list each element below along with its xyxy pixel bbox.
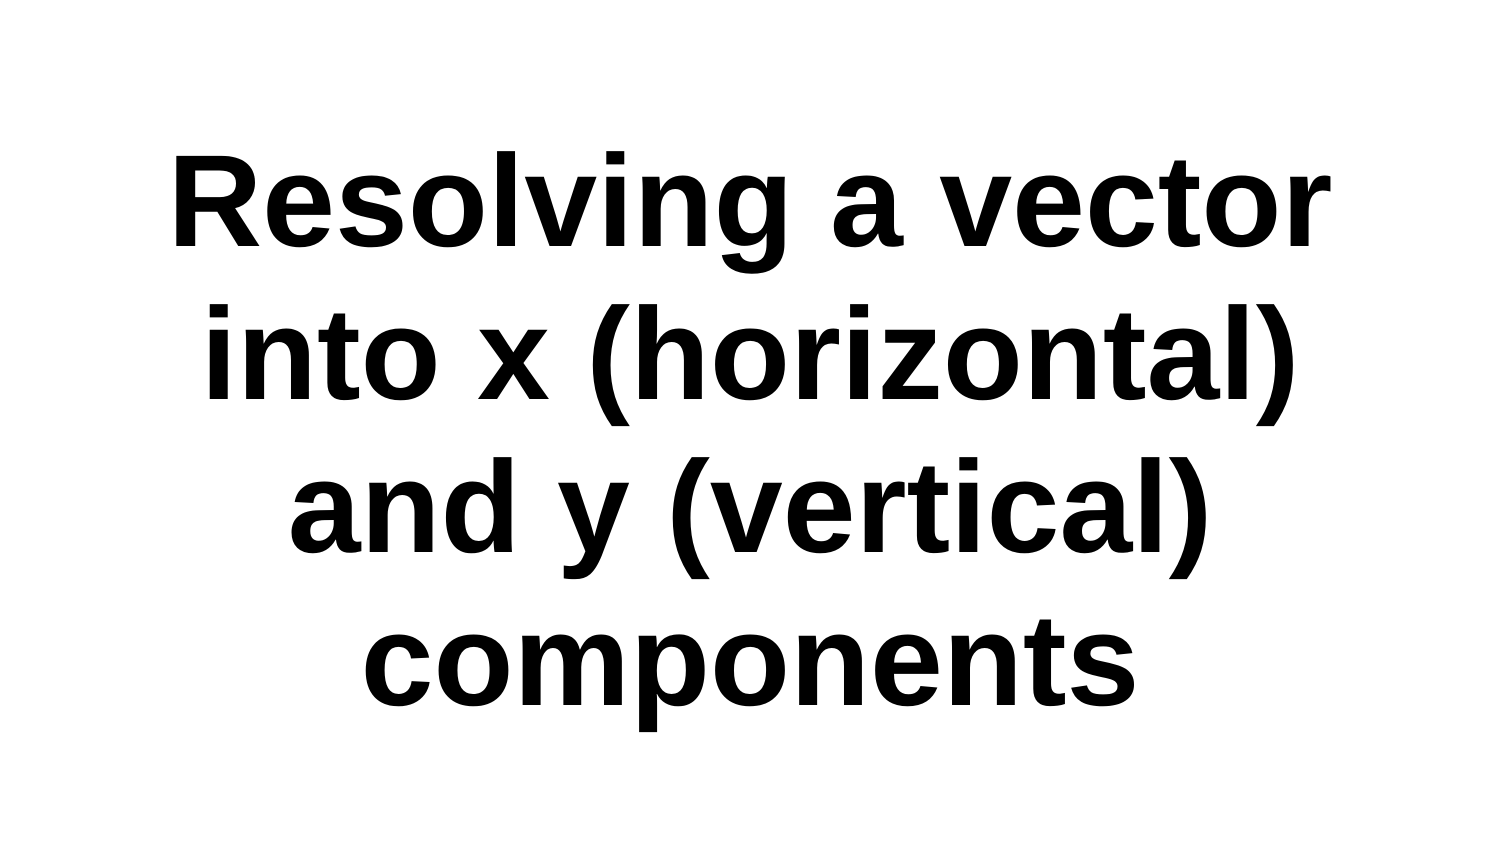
title-line-1: Resolving a vector [167,127,1333,274]
slide-canvas: Resolving a vector into x (horizontal) a… [0,0,1500,844]
title-line-2: into x (horizontal) [200,280,1300,427]
title-line-3: and y (vertical) [287,433,1213,580]
title-line-4: components [360,586,1140,733]
slide-title: Resolving a vector into x (horizontal) a… [0,124,1500,736]
